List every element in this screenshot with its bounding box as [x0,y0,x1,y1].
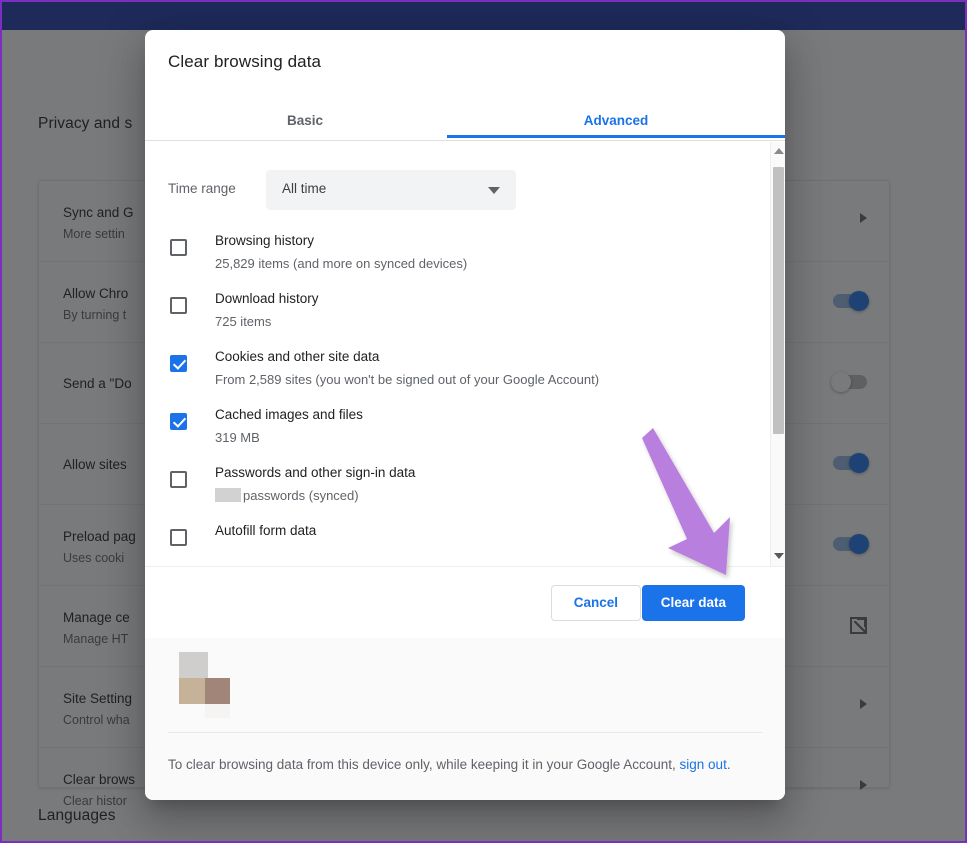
checkbox-label: Cached images and files [215,407,363,422]
chevron-down-icon [488,187,500,194]
checkbox-item-cookies[interactable]: Cookies and other site data From 2,589 s… [145,344,755,402]
checkbox-icon[interactable] [170,529,187,546]
checkbox-icon-checked[interactable] [170,355,187,372]
checkbox-item-passwords[interactable]: Passwords and other sign-in data passwor… [145,460,755,518]
avatar-block [205,678,230,704]
time-range-select[interactable]: All time [266,170,516,210]
avatar [177,652,237,718]
checkbox-item-cached-images[interactable]: Cached images and files 319 MB [145,402,755,460]
sign-out-link[interactable]: sign out [680,757,727,772]
account-footer-text: To clear browsing data from this device … [168,752,740,777]
checkbox-label: Cookies and other site data [215,349,379,364]
checkbox-label: Autofill form data [215,523,316,538]
avatar-block [179,678,205,704]
clear-browsing-data-dialog: Clear browsing data Basic Advanced Time … [145,30,785,800]
time-range-label: Time range [168,181,236,196]
divider [168,732,762,733]
checkbox-icon[interactable] [170,471,187,488]
dialog-title: Clear browsing data [168,52,321,72]
redacted-count [215,488,241,502]
scrollbar-thumb[interactable] [773,167,784,434]
footer-text-after: . [727,757,731,772]
cancel-button[interactable]: Cancel [551,585,641,621]
checkbox-sublabel: 319 MB [215,430,260,445]
clear-data-button[interactable]: Clear data [642,585,745,621]
checkbox-icon[interactable] [170,239,187,256]
checkbox-icon[interactable] [170,297,187,314]
checkbox-item-browsing-history[interactable]: Browsing history 25,829 items (and more … [145,228,755,286]
checkbox-sublabel-text: passwords (synced) [243,488,359,503]
scroll-down-arrow-icon[interactable] [774,553,784,559]
avatar-block [179,652,208,678]
time-range-row: Time range All time [145,170,745,210]
checkbox-item-autofill[interactable]: Autofill form data [145,518,755,566]
data-type-checkbox-list: Browsing history 25,829 items (and more … [145,228,755,566]
account-footer: To clear browsing data from this device … [145,638,785,800]
checkbox-sublabel: passwords (synced) [215,488,359,503]
dialog-action-bar: Cancel Clear data [145,566,785,638]
checkbox-label: Passwords and other sign-in data [215,465,415,480]
checkbox-label: Download history [215,291,319,306]
avatar-block [205,704,230,718]
checkbox-label: Browsing history [215,233,314,248]
titlebar-highlight [62,2,965,5]
checkbox-sublabel: 725 items [215,314,271,329]
dialog-scroll-body: Time range All time Browsing history 25,… [145,142,785,566]
checkbox-sublabel: From 2,589 sites (you won't be signed ou… [215,372,599,387]
scroll-up-arrow-icon[interactable] [774,148,784,154]
checkbox-icon-checked[interactable] [170,413,187,430]
browser-window: Privacy and s Sync and G More settin All… [0,0,967,843]
checkbox-item-download-history[interactable]: Download history 725 items [145,286,755,344]
tab-active-indicator [447,135,785,138]
dialog-scrollbar[interactable] [770,142,785,566]
browser-titlebar [2,2,965,30]
tab-basic[interactable]: Basic [145,105,465,140]
footer-text-before: To clear browsing data from this device … [168,757,680,772]
checkbox-sublabel: 25,829 items (and more on synced devices… [215,256,467,271]
time-range-value: All time [282,181,326,196]
